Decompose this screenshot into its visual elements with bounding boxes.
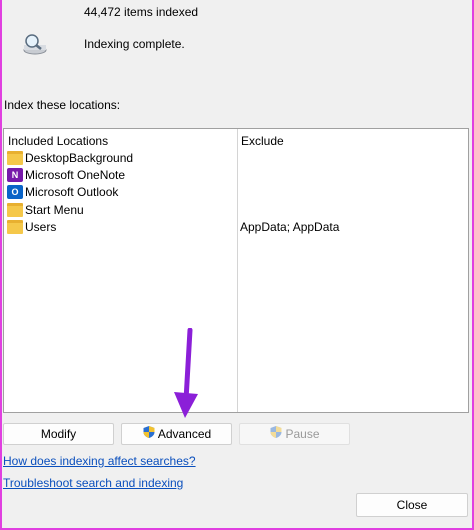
items-indexed-count: 44,472 items indexed	[84, 5, 199, 19]
index-locations-label: Index these locations:	[4, 98, 121, 112]
onenote-icon: N	[7, 168, 23, 182]
close-button-label: Close	[396, 498, 428, 512]
folder-icon	[7, 151, 23, 165]
folder-icon	[7, 203, 23, 217]
included-locations-header: Included Locations	[8, 134, 109, 148]
pause-button-label: Pause	[285, 427, 320, 441]
advanced-button-label: Advanced	[157, 427, 212, 441]
indexing-status-icon	[22, 33, 48, 55]
location-row[interactable]: Start Menu	[4, 202, 468, 219]
advanced-button[interactable]: Advanced	[121, 423, 232, 445]
location-name: Microsoft Outlook	[25, 185, 119, 199]
indexing-status-message: Indexing complete.	[84, 37, 185, 51]
troubleshoot-link[interactable]: Troubleshoot search and indexing	[3, 476, 183, 490]
location-name: Microsoft OneNote	[25, 168, 126, 182]
location-row[interactable]: DesktopBackground	[4, 150, 468, 167]
location-row[interactable]: Users AppData; AppData	[4, 219, 468, 236]
location-row[interactable]: O Microsoft Outlook	[4, 184, 468, 201]
location-name: DesktopBackground	[25, 151, 134, 165]
modify-button-label: Modify	[40, 427, 77, 441]
outlook-icon: O	[7, 185, 23, 199]
location-row[interactable]: N Microsoft OneNote	[4, 167, 468, 184]
locations-list[interactable]: Included Locations Exclude DesktopBackgr…	[3, 128, 469, 413]
uac-shield-icon	[142, 425, 156, 445]
location-exclude: AppData; AppData	[240, 220, 340, 234]
folder-icon	[7, 220, 23, 234]
close-button[interactable]: Close	[356, 493, 468, 517]
pause-button[interactable]: Pause	[239, 423, 350, 445]
location-name: Start Menu	[25, 203, 84, 217]
exclude-header: Exclude	[241, 134, 284, 148]
annotation-arrow-icon	[174, 328, 198, 418]
how-indexing-affects-link[interactable]: How does indexing affect searches?	[3, 454, 196, 468]
modify-button[interactable]: Modify	[3, 423, 114, 445]
location-name: Users	[25, 220, 57, 234]
uac-shield-icon	[269, 425, 283, 445]
